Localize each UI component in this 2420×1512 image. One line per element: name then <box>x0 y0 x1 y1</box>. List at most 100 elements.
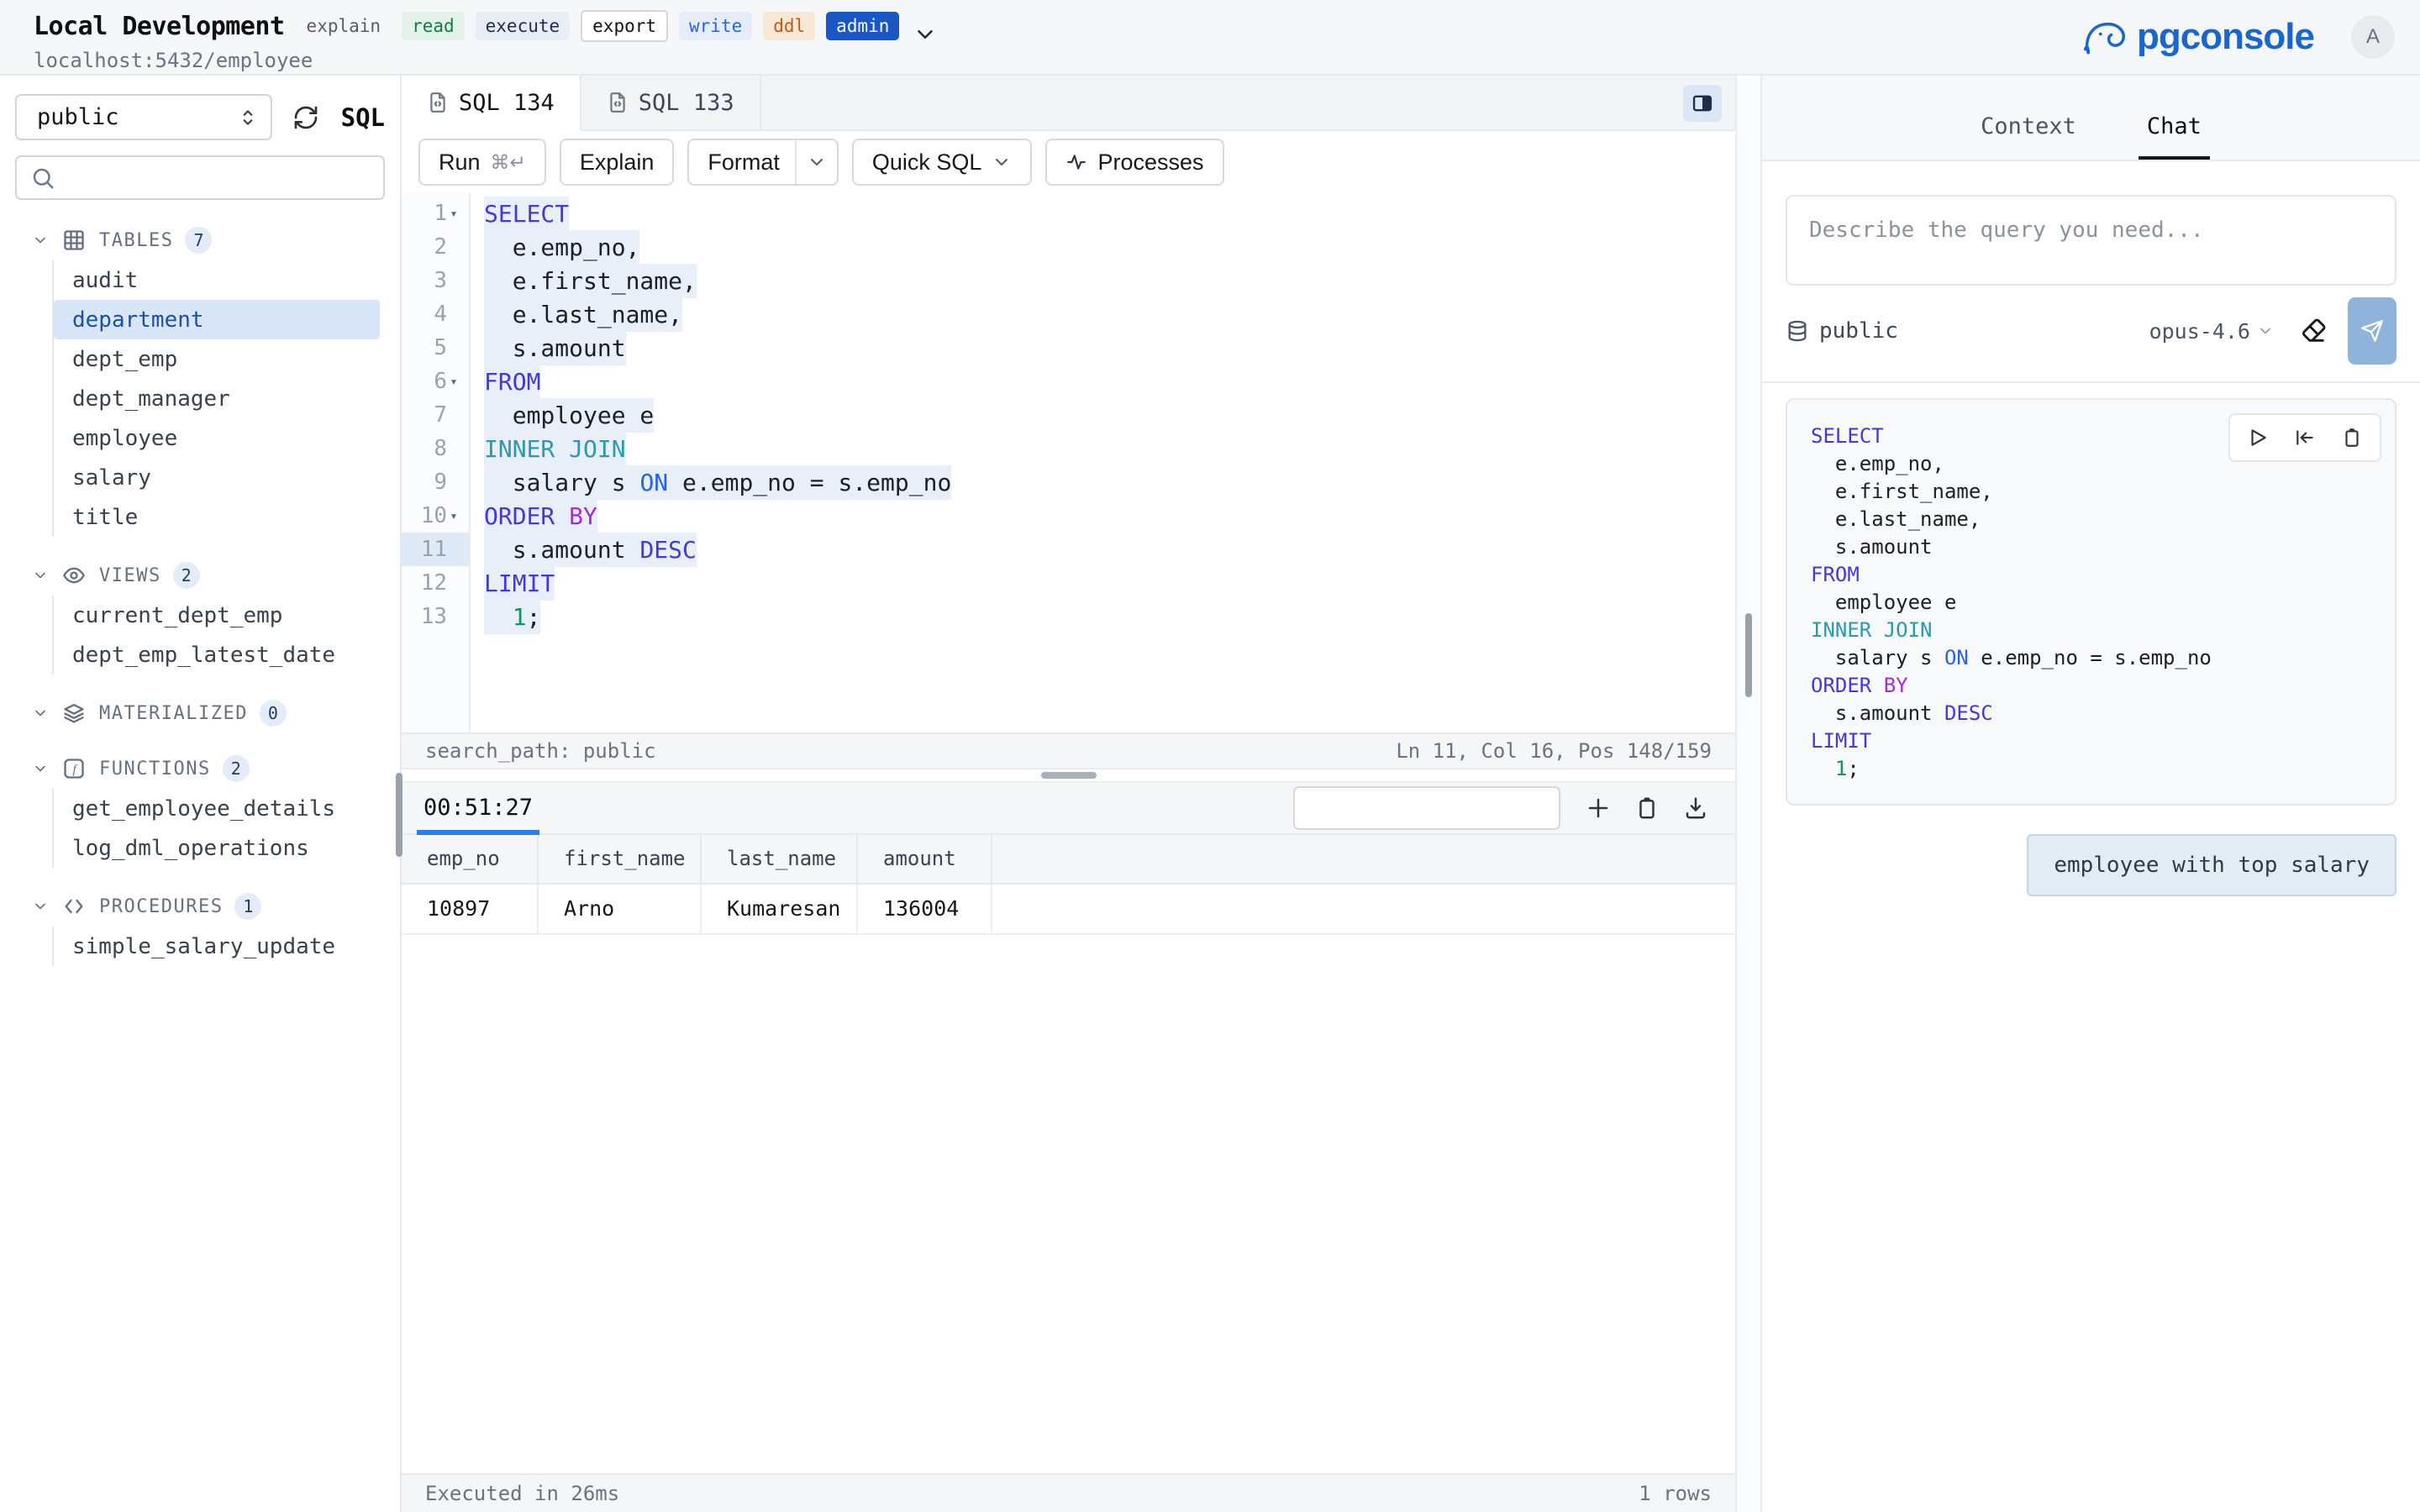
horizontal-resize-handle[interactable] <box>1041 772 1097 779</box>
quick-sql-button[interactable]: Quick SQL <box>852 139 1033 186</box>
sql-mode-toggle[interactable]: SQL <box>341 103 385 132</box>
sidebar-item-log_dml_operations[interactable]: log_dml_operations <box>54 828 380 868</box>
sidebar-item-get_employee_details[interactable]: get_employee_details <box>54 789 380 828</box>
line-number: 8 <box>402 432 469 465</box>
editor-statusbar: search_path: public Ln 11, Col 16, Pos 1… <box>402 732 1735 769</box>
fold-marker-icon[interactable]: ▾ <box>447 508 460 523</box>
sidebar-item-title[interactable]: title <box>54 497 380 537</box>
insert-to-editor-button[interactable] <box>2294 427 2316 449</box>
sidebar-item-simple_salary_update[interactable]: simple_salary_update <box>54 927 380 966</box>
refresh-schema-button[interactable] <box>292 104 319 131</box>
fold-marker-icon[interactable]: ▾ <box>447 374 460 389</box>
results-column-header-amount[interactable]: amount <box>857 835 992 884</box>
sidebar-item-dept_emp[interactable]: dept_emp <box>54 339 380 379</box>
sidebar-item-dept_manager[interactable]: dept_manager <box>54 379 380 418</box>
results-column-header-emp_no[interactable]: emp_no <box>402 835 538 884</box>
results-search[interactable] <box>1293 786 1560 830</box>
sidebar-item-dept_emp_latest_date[interactable]: dept_emp_latest_date <box>54 635 380 675</box>
download-results-button[interactable] <box>1683 795 1708 821</box>
connection-url: localhost:5432/employee <box>34 49 938 72</box>
sidebar-item-current_dept_emp[interactable]: current_dept_emp <box>54 596 380 635</box>
schema-select[interactable]: public <box>15 94 272 140</box>
fold-marker-icon[interactable]: ▾ <box>447 206 460 221</box>
section-header-procedures[interactable]: PROCEDURES1 <box>0 890 400 923</box>
tab-sql-133[interactable]: SQL 133 <box>581 76 761 129</box>
section-header-materialized[interactable]: MATERIALIZED0 <box>0 696 400 730</box>
schema-tree: TABLES7auditdepartmentdept_empdept_manag… <box>0 223 400 966</box>
editor-line[interactable]: s.amount DESC <box>471 533 1735 566</box>
permission-badges: explainreadexecuteexportwriteddladmin <box>307 10 900 42</box>
context-schema-label: public <box>1819 318 1898 344</box>
panel-resize-handle[interactable] <box>1745 613 1752 697</box>
editor-line[interactable]: ORDER BY <box>471 499 1735 533</box>
editor-line[interactable]: employee e <box>471 398 1735 432</box>
permission-badge-execute: execute <box>476 12 571 40</box>
sidebar-item-employee[interactable]: employee <box>54 418 380 458</box>
sql-token: s.amount <box>484 533 639 567</box>
results-empty-area <box>402 935 1735 1474</box>
editor-line[interactable]: e.first_name, <box>471 264 1735 297</box>
copy-results-button[interactable] <box>1634 795 1660 821</box>
sidebar-item-department[interactable]: department <box>54 300 380 339</box>
editor-line[interactable]: SELECT <box>471 197 1735 230</box>
results-column-header-first_name[interactable]: first_name <box>538 835 701 884</box>
editor-line[interactable]: s.amount <box>471 331 1735 365</box>
model-select[interactable]: opus-4.6 <box>2149 319 2274 344</box>
editor-line[interactable]: FROM <box>471 365 1735 398</box>
result-tab-timer[interactable]: 00:51:27 <box>417 783 539 833</box>
line-number: 4 <box>402 297 469 331</box>
line-number: 10▾ <box>402 499 469 533</box>
editor-line[interactable]: e.emp_no, <box>471 230 1735 264</box>
sql-token: e.emp_no = s.emp_no <box>1969 646 2212 669</box>
sidebar-item-salary[interactable]: salary <box>54 458 380 497</box>
section-header-tables[interactable]: TABLES7 <box>0 223 400 257</box>
send-button[interactable] <box>2348 297 2396 365</box>
chat-prompt-input[interactable] <box>1786 195 2396 286</box>
sidebar-search[interactable] <box>15 155 385 200</box>
editor-line[interactable]: INNER JOIN <box>471 432 1735 465</box>
sql-token: e.first_name, <box>484 264 697 298</box>
connection-menu-chevron[interactable] <box>913 22 938 47</box>
chevron-down-icon <box>32 705 49 722</box>
elephant-logo-icon <box>2081 13 2128 60</box>
sidebar-resize-handle[interactable] <box>396 773 402 857</box>
editor-line[interactable]: LIMIT <box>471 566 1735 600</box>
editor-line[interactable]: salary s ON e.emp_no = s.emp_no <box>471 465 1735 499</box>
tab-chat[interactable]: Chat <box>2139 113 2210 160</box>
tab-context[interactable]: Context <box>1972 113 2085 160</box>
add-result-tab-button[interactable] <box>1586 795 1611 821</box>
cursor-position-status: Ln 11, Col 16, Pos 148/159 <box>1396 739 1712 763</box>
line-number: 11 <box>402 533 469 566</box>
line-number: 2 <box>402 230 469 264</box>
tab-sql-134[interactable]: SQL 134 <box>402 76 581 131</box>
clear-chat-button[interactable] <box>2299 317 2328 345</box>
explain-label: Explain <box>580 150 655 176</box>
results-column-header-last_name[interactable]: last_name <box>701 835 857 884</box>
database-icon <box>1786 319 1809 343</box>
explain-button[interactable]: Explain <box>560 139 675 186</box>
editor-code[interactable]: SELECT e.emp_no, e.first_name, e.last_na… <box>471 193 1735 732</box>
user-avatar[interactable]: A <box>2351 15 2395 59</box>
run-suggestion-button[interactable] <box>2247 427 2269 449</box>
assistant-code-line: ORDER BY <box>1811 671 2371 699</box>
line-number: 3 <box>402 264 469 297</box>
section-header-views[interactable]: VIEWS2 <box>0 559 400 592</box>
run-button[interactable]: Run ⌘↵ <box>418 139 546 186</box>
format-button[interactable]: Format <box>687 139 839 186</box>
sql-token: ON <box>1944 646 1969 669</box>
split-view-button[interactable] <box>1683 85 1722 122</box>
copy-sql-button[interactable] <box>2341 427 2363 449</box>
sidebar-search-input[interactable] <box>55 157 383 198</box>
schema-section-materialized: MATERIALIZED0 <box>0 696 400 730</box>
section-header-functions[interactable]: fFUNCTIONS2 <box>0 752 400 785</box>
editor-line[interactable]: e.last_name, <box>471 297 1735 331</box>
editor-line[interactable]: 1; <box>471 600 1735 633</box>
results-row[interactable]: 10897ArnoKumaresan136004 <box>402 884 1735 934</box>
assistant-tabbar: Context Chat <box>1762 76 2420 161</box>
sidebar-item-audit[interactable]: audit <box>54 260 380 300</box>
results-search-input[interactable] <box>1307 788 1591 828</box>
processes-button[interactable]: Processes <box>1045 139 1223 186</box>
sql-editor[interactable]: 1▾23456▾78910▾111213 SELECT e.emp_no, e.… <box>402 193 1735 732</box>
format-menu-chevron[interactable] <box>795 140 837 184</box>
line-number: 9 <box>402 465 469 499</box>
